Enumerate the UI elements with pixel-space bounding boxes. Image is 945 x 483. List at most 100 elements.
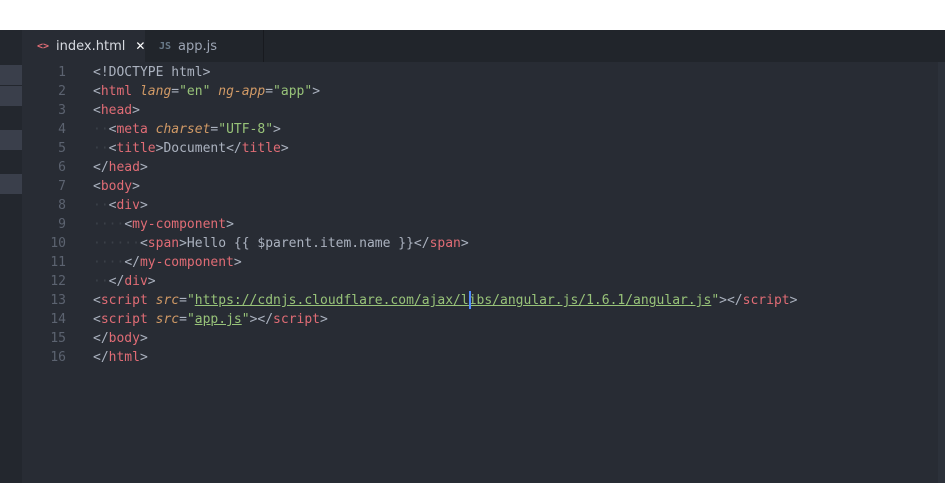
code-text: <head> xyxy=(93,101,140,120)
code-line[interactable]: 9 ····<my-component> xyxy=(22,215,945,234)
code-token: ng-app xyxy=(218,84,266,99)
code-area[interactable]: 1 <!DOCTYPE html> 2 <html lang="en" ng-app=… xyxy=(22,63,945,367)
sidebar-row-highlight[interactable] xyxy=(0,130,22,150)
code-token: ></ xyxy=(249,312,274,327)
code-token: head xyxy=(100,103,133,118)
code-line[interactable]: 1 <!DOCTYPE html> xyxy=(22,63,945,82)
code-text: <!DOCTYPE html> xyxy=(93,63,210,82)
code-token: > xyxy=(460,236,469,251)
code-line[interactable]: 12 ··</div> xyxy=(22,272,945,291)
code-text: ··<meta charset="UTF-8"> xyxy=(93,120,281,139)
code-token: < xyxy=(93,312,101,327)
code-token: ·· xyxy=(93,122,109,137)
code-token: < xyxy=(93,103,101,118)
code-line[interactable]: 15 </body> xyxy=(22,329,945,348)
code-token: <!DOCTYPE html> xyxy=(93,65,211,80)
code-line[interactable]: 2 <html lang="en" ng-app="app"> xyxy=(22,82,945,101)
line-number: 8 xyxy=(58,198,66,213)
code-token: app.js xyxy=(194,312,242,327)
line-number: 14 xyxy=(50,312,66,327)
code-token: </ xyxy=(93,350,109,365)
line-number: 11 xyxy=(50,255,66,270)
code-line[interactable]: 13 <script src="https://cdnjs.cloudflare.… xyxy=(22,291,945,310)
code-token: < xyxy=(93,293,101,308)
code-token: " xyxy=(241,312,250,327)
code-token: >Document</ xyxy=(155,141,242,156)
sidebar-row-highlight[interactable] xyxy=(0,174,22,194)
js-file-icon: JS xyxy=(159,40,172,52)
code-token: my-component xyxy=(132,217,227,232)
line-number: 4 xyxy=(58,122,66,137)
code-token: " xyxy=(186,312,195,327)
code-text: <body> xyxy=(93,177,140,196)
line-number: 5 xyxy=(58,141,66,156)
sidebar-row-highlight[interactable] xyxy=(0,86,22,106)
code-token: < xyxy=(93,84,101,99)
line-number: 12 xyxy=(50,274,66,289)
code-token: ></ xyxy=(719,293,743,308)
code-text: </html> xyxy=(93,348,148,367)
code-token: html xyxy=(108,350,140,365)
code-token: > xyxy=(320,312,328,327)
code-token: ······ xyxy=(93,236,140,251)
code-token: script xyxy=(100,312,148,327)
line-number: 1 xyxy=(58,65,66,80)
editor-pane[interactable]: <> index.html ✕ JS app.js 1 <!DOCTYPE htm… xyxy=(22,30,945,483)
code-token: > xyxy=(139,350,148,365)
tab-app-js[interactable]: JS app.js xyxy=(145,30,264,62)
code-line[interactable]: 8 ··<div> xyxy=(22,196,945,215)
code-line[interactable]: 4 ··<meta charset="UTF-8"> xyxy=(22,120,945,139)
code-token: html xyxy=(100,84,133,99)
tree-view-sidebar[interactable] xyxy=(0,30,22,483)
code-token: div xyxy=(116,198,140,213)
top-blank-area xyxy=(0,0,945,30)
text-cursor xyxy=(468,291,471,309)
code-token: > xyxy=(132,179,140,194)
code-token: < xyxy=(124,217,133,232)
code-text: <script src="app.js"></script> xyxy=(93,310,328,329)
code-token: > xyxy=(233,255,242,270)
code-token: </ xyxy=(124,255,140,270)
code-line[interactable]: 5 ··<title>Document</title> xyxy=(22,139,945,158)
code-token: " xyxy=(711,293,720,308)
code-text: ··</div> xyxy=(93,272,156,291)
code-token: body xyxy=(100,179,133,194)
code-token: > xyxy=(139,331,148,346)
line-number: 6 xyxy=(58,160,66,175)
code-token: script xyxy=(742,293,790,308)
line-number: 15 xyxy=(50,331,66,346)
code-token: = xyxy=(179,312,187,327)
code-token: lang xyxy=(139,84,172,99)
line-number: 16 xyxy=(50,350,66,365)
code-line[interactable]: 10 ······<span>Hello {{ $parent.item.name… xyxy=(22,234,945,253)
code-line[interactable]: 6 </head> xyxy=(22,158,945,177)
code-token: "UTF-8" xyxy=(218,122,274,137)
tab-index-html[interactable]: <> index.html ✕ xyxy=(22,30,145,62)
code-token: my-component xyxy=(139,255,234,270)
sidebar-row-highlight[interactable] xyxy=(0,65,22,85)
tab-label: app.js xyxy=(178,38,218,54)
code-line[interactable]: 16 </html> xyxy=(22,348,945,367)
tab-label: index.html xyxy=(56,38,126,54)
code-token: "app" xyxy=(273,84,313,99)
code-token: ·· xyxy=(93,274,109,289)
code-line[interactable]: 3 <head> xyxy=(22,101,945,120)
code-text: ······<span>Hello {{ $parent.item.name }… xyxy=(93,234,469,253)
code-line[interactable]: 11 ····</my-component> xyxy=(22,253,945,272)
code-text: ··<div> xyxy=(93,196,148,215)
code-token: script xyxy=(100,293,148,308)
vertical-scrollbar[interactable] xyxy=(938,62,945,483)
code-line[interactable]: 7 <body> xyxy=(22,177,945,196)
code-text: </body> xyxy=(93,329,148,348)
code-token: "en" xyxy=(179,84,211,99)
code-token: https://cdnjs.cloudflare.com/ajax/libs/a… xyxy=(194,293,712,308)
code-line[interactable]: 14 <script src="app.js"></script> xyxy=(22,310,945,329)
close-icon[interactable]: ✕ xyxy=(135,39,145,53)
code-text: </head> xyxy=(93,158,148,177)
code-token: > xyxy=(132,103,140,118)
code-token: > xyxy=(139,198,148,213)
line-number: 9 xyxy=(58,217,66,232)
code-token: script xyxy=(273,312,321,327)
code-token: </ xyxy=(108,274,125,289)
